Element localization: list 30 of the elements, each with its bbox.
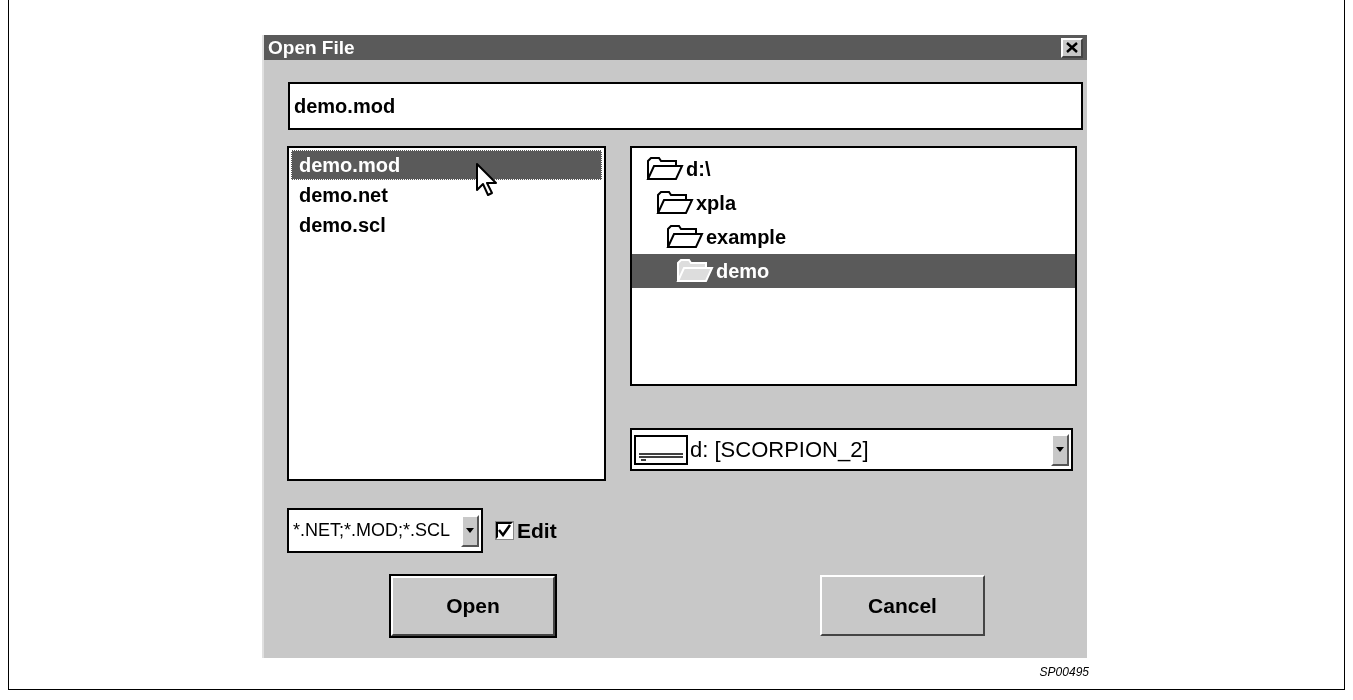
caret-icon — [1056, 447, 1064, 452]
folder-item[interactable]: xpla — [632, 186, 1075, 220]
open-folder-icon — [666, 225, 704, 249]
file-type-combo[interactable]: *.NET;*.MOD;*.SCL — [287, 508, 483, 553]
caret-icon — [466, 528, 474, 533]
file-item[interactable]: demo.scl — [291, 210, 602, 240]
drive-combo[interactable]: d: [SCORPION_2] — [630, 428, 1073, 471]
open-folder-icon — [656, 191, 694, 215]
folder-item[interactable]: demo — [632, 254, 1075, 288]
file-item[interactable]: demo.mod — [291, 150, 602, 180]
open-folder-icon — [646, 157, 684, 181]
combo-value: *.NET;*.MOD;*.SCL — [292, 520, 452, 541]
file-item[interactable]: demo.net — [291, 180, 602, 210]
file-name-field[interactable]: demo.mod — [288, 82, 1083, 130]
close-button[interactable] — [1061, 37, 1083, 58]
edit-checkbox[interactable] — [496, 522, 513, 539]
open-folder-icon — [676, 259, 714, 283]
drive-icon — [634, 434, 688, 465]
folder-item[interactable]: d:\ — [632, 152, 1075, 186]
window-title: Open File — [268, 36, 355, 59]
cancel-button[interactable]: Cancel — [820, 575, 985, 636]
close-icon — [1066, 42, 1078, 53]
checkbox-label: Edit — [517, 518, 557, 543]
dropdown-button[interactable] — [1051, 433, 1069, 466]
folder-item[interactable]: example — [632, 220, 1075, 254]
dropdown-button[interactable] — [461, 514, 479, 547]
open-button[interactable]: Open — [390, 575, 556, 637]
mouse-pointer-icon — [475, 162, 499, 198]
figure-code: SP00495 — [1039, 665, 1089, 679]
combo-value: d: [SCORPION_2] — [689, 436, 870, 463]
